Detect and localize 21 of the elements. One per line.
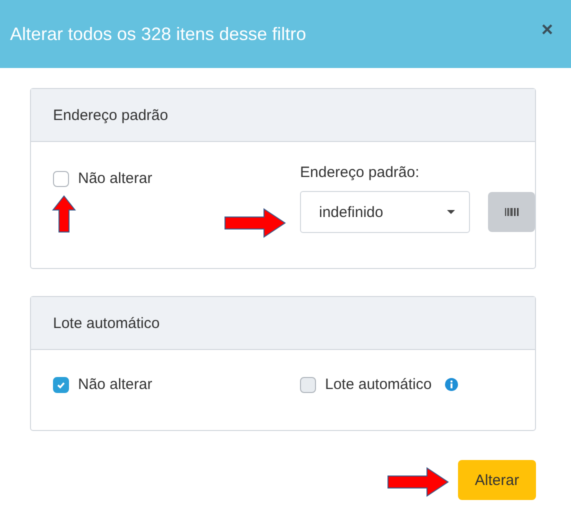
caret-icon xyxy=(447,210,455,214)
alterar-button[interactable]: Alterar xyxy=(458,460,536,500)
annotation-arrow xyxy=(224,208,286,238)
checkbox[interactable] xyxy=(53,170,69,186)
checkbox-label: Não alterar xyxy=(78,376,152,393)
annotation-arrow xyxy=(387,467,449,497)
barcode-icon xyxy=(504,208,518,216)
annotation-arrow xyxy=(52,195,76,233)
barcode-button[interactable] xyxy=(488,192,535,232)
info-icon[interactable] xyxy=(444,378,458,391)
checkbox[interactable] xyxy=(300,376,316,392)
checkbox-label: Lote automático xyxy=(325,376,432,393)
dialog-title: Alterar todos os 328 itens desse filtro xyxy=(10,24,306,44)
close-button[interactable]: × xyxy=(537,18,557,42)
section-title: Endereço padrão xyxy=(53,106,168,124)
checkbox-label: Não alterar xyxy=(78,170,152,187)
field-label: Endereço padrão: xyxy=(300,164,420,181)
check-icon xyxy=(56,380,66,390)
checkbox[interactable] xyxy=(53,376,69,392)
section-title: Lote automático xyxy=(53,314,160,332)
address-dropdown[interactable]: indefinido xyxy=(300,191,470,233)
